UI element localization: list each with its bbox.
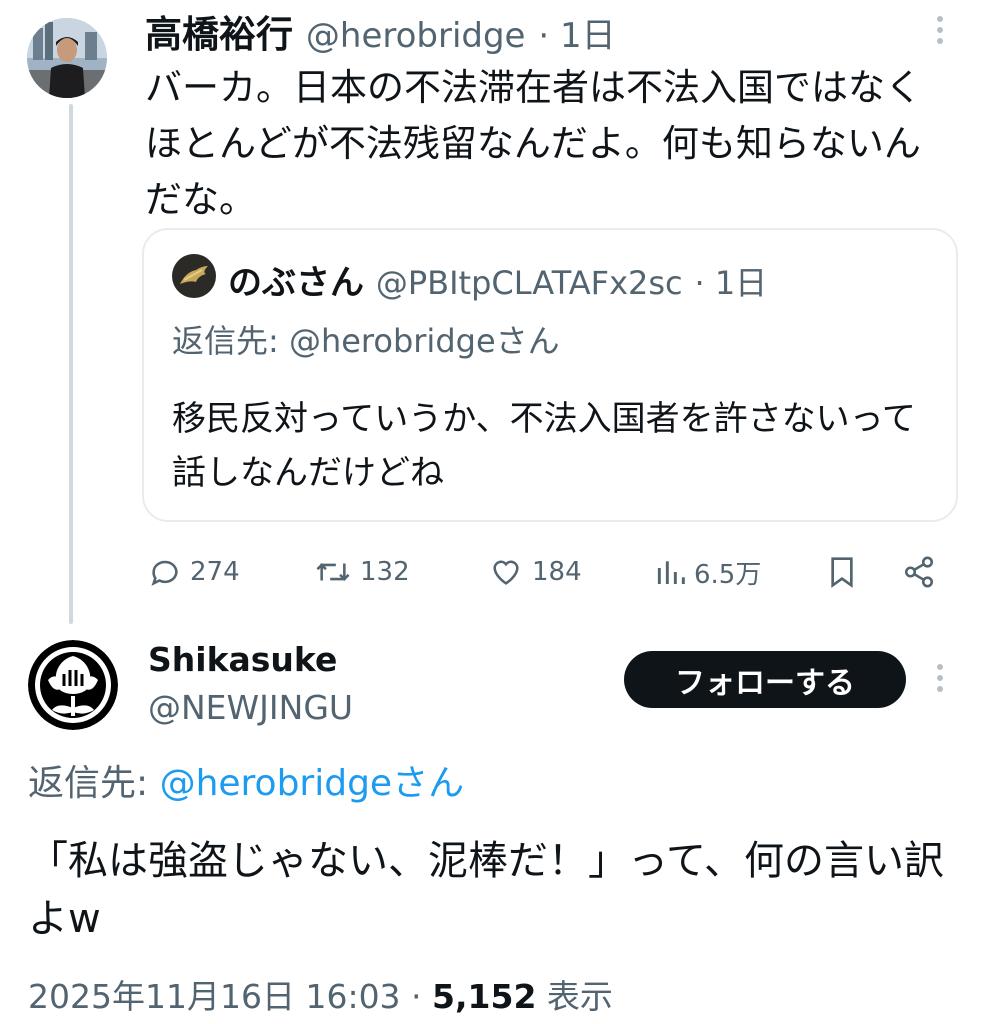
like-button[interactable]: 184 — [488, 554, 582, 590]
quoted-timestamp[interactable]: · 1日 — [694, 264, 767, 302]
reply-to-prefix: 返信先: — [28, 763, 160, 804]
quoted-display-name[interactable]: のぶさん — [228, 263, 364, 303]
like-count: 184 — [532, 557, 582, 587]
reply-button[interactable]: 274 — [148, 554, 240, 590]
reply-display-name[interactable]: Shikasuke — [148, 640, 337, 679]
reply-to-line: 返信先: @herobridgeさん — [28, 754, 464, 806]
quoted-handle[interactable]: @PBItpCLATAFx2sc — [376, 264, 683, 302]
quoted-tweet-text: 移民反対っていうか、不法入国者を許さないって話しなんだけどね — [172, 399, 916, 493]
tweet-text: バーカ。日本の不法滞在者は不法入国ではなくほとんどが不法残留なんだよ。何も知らな… — [145, 66, 922, 221]
display-name[interactable]: 高橋裕行 — [145, 13, 293, 56]
more-icon[interactable] — [930, 662, 950, 694]
repost-count: 132 — [360, 557, 410, 587]
view-count: 5,152 — [432, 977, 537, 1016]
repost-button[interactable]: 132 — [314, 554, 410, 590]
handle[interactable]: @herobridge — [306, 16, 526, 56]
author-line: 高橋裕行 @herobridge · 1日 — [145, 4, 616, 58]
thread-line — [69, 104, 73, 624]
timestamp[interactable]: · 1日 — [538, 16, 615, 56]
follow-button[interactable]: フォローする — [624, 651, 906, 708]
bookmark-icon — [831, 557, 853, 588]
more-icon[interactable] — [930, 14, 950, 46]
repost-icon — [316, 563, 350, 581]
reply-count: 274 — [190, 557, 240, 587]
avatar-herobridge[interactable] — [27, 18, 107, 98]
share-icon — [904, 556, 934, 588]
bookmark-button[interactable] — [826, 554, 858, 590]
avatar-nobusan[interactable] — [172, 254, 216, 298]
reply-icon — [151, 560, 178, 586]
quoted-reply-to: 返信先: @herobridgeさん — [172, 322, 560, 360]
like-icon — [493, 560, 519, 585]
views-count: 6.5万 — [694, 559, 762, 590]
view-label: 表示 — [536, 977, 613, 1016]
views-icon — [657, 561, 685, 584]
reply-tweet-text: 「私は強盗じゃない、泥棒だ！」って、何の言い訳よw — [28, 838, 944, 942]
reply-handle[interactable]: @NEWJINGU — [148, 688, 353, 727]
reply-to-mention[interactable]: @herobridgeさん — [160, 763, 465, 804]
tweet-meta: 2025年11月16日 16:03 · 5,152 表示 — [28, 970, 613, 1018]
avatar-shikasuke[interactable] — [28, 640, 118, 730]
views-button[interactable]: 6.5万 — [654, 554, 761, 590]
share-button[interactable] — [902, 554, 936, 590]
tweet-date[interactable]: 2025年11月16日 16:03 · — [28, 977, 432, 1016]
quoted-author-line: のぶさん @PBItpCLATAFx2sc · 1日 — [228, 255, 767, 304]
